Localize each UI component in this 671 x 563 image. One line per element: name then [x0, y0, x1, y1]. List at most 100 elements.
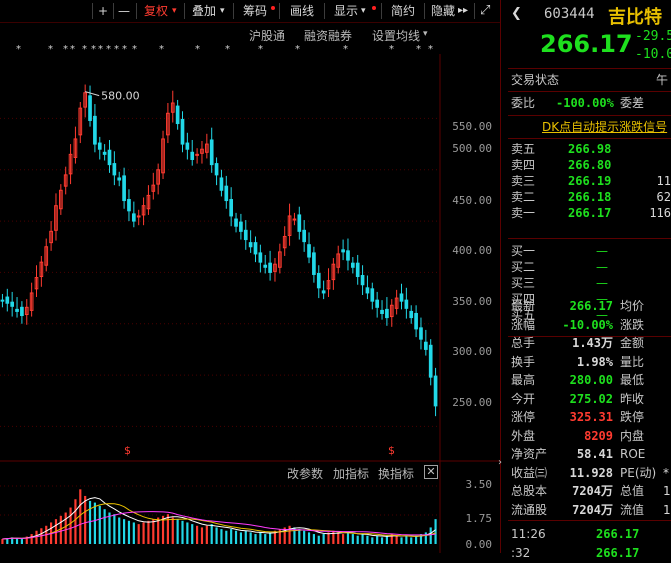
ask-label: 卖二: [511, 190, 536, 204]
panel-divider: [508, 115, 671, 116]
candle-body[interactable]: [253, 242, 258, 255]
candle-body[interactable]: [234, 218, 238, 227]
candle-body[interactable]: [341, 249, 345, 253]
stock-code: 603444: [544, 6, 595, 22]
candle-body[interactable]: [380, 309, 384, 314]
bid-label: 买三: [511, 276, 536, 290]
stat-row: 外盘 8209 内盘: [508, 427, 671, 446]
candle-body[interactable]: [433, 375, 438, 407]
bid-row: 买三 —: [508, 275, 671, 291]
dk-signal-link[interactable]: DK点自动提示涨跌信号: [542, 118, 667, 135]
weibi-value: -100.00%: [556, 96, 614, 110]
candle-body[interactable]: [122, 175, 126, 202]
stat-label-2: 总值: [620, 484, 645, 498]
candle-body[interactable]: [185, 142, 190, 150]
stat-row: 涨幅 -10.00% 涨跌: [508, 316, 671, 335]
candle-body[interactable]: [5, 296, 10, 304]
candle-body[interactable]: [355, 262, 360, 278]
candle-body[interactable]: [346, 250, 350, 261]
y-tick-label: 500.00: [452, 142, 492, 155]
ask-row: 卖四 266.80: [508, 157, 671, 173]
candle-body[interactable]: [175, 105, 180, 125]
tick-time: :32: [511, 546, 531, 560]
collapse-handle-icon[interactable]: ›: [498, 455, 506, 471]
candle-body[interactable]: [219, 177, 224, 191]
candle-body[interactable]: [93, 115, 97, 145]
candle-body[interactable]: [102, 151, 107, 155]
stat-label-2: 金额: [620, 336, 645, 350]
switch-indicator-button[interactable]: 换指标: [378, 465, 414, 482]
candle-body[interactable]: [297, 214, 302, 232]
candle-body[interactable]: [370, 288, 375, 302]
candle-body[interactable]: [0, 299, 5, 302]
trade-status-row: 交易状态 午: [508, 71, 671, 90]
candle-body[interactable]: [243, 229, 248, 241]
candle-body[interactable]: [419, 327, 423, 340]
candle-body[interactable]: [97, 142, 102, 150]
close-indicator-icon[interactable]: ✕: [424, 465, 438, 479]
candle-body[interactable]: [107, 149, 112, 166]
candle-body[interactable]: [350, 262, 355, 268]
candle-body[interactable]: [414, 312, 418, 330]
candle-body[interactable]: [409, 310, 414, 319]
candle-body[interactable]: [428, 344, 433, 378]
tick-row: :32 266.17: [508, 544, 671, 563]
candle-body[interactable]: [15, 308, 19, 312]
candle-body[interactable]: [268, 262, 272, 273]
candle-body[interactable]: [399, 293, 404, 302]
stat-value: 8209: [584, 428, 613, 443]
candle-body[interactable]: [224, 185, 229, 202]
ask-label: 卖一: [511, 206, 536, 220]
stat-label-2: 量比: [620, 354, 645, 369]
candle-body[interactable]: [423, 341, 428, 350]
event-marker-row: * * * * * * * * * * * * * * * * * * * *: [0, 0, 500, 60]
candle-body[interactable]: [312, 252, 316, 275]
candle-body[interactable]: [229, 199, 234, 217]
tick-row: 11:26 266.17: [508, 525, 671, 544]
add-indicator-button[interactable]: 加指标: [333, 465, 369, 482]
stat-value: 325.31: [569, 410, 613, 424]
stat-label: 涨幅: [511, 317, 536, 332]
candle-body[interactable]: [190, 151, 195, 160]
stat-value: 280.00: [569, 373, 613, 387]
candle-body[interactable]: [385, 308, 389, 319]
candle-body[interactable]: [10, 301, 15, 307]
panel-divider: [508, 520, 671, 521]
event-s-icon[interactable]: $: [124, 444, 131, 457]
event-s-icon[interactable]: $: [388, 444, 395, 457]
candle-body[interactable]: [292, 218, 297, 221]
candle-body[interactable]: [209, 139, 214, 166]
kline-chart[interactable]: 580.00 $ $ 550.00 500.00 450.00 400.00 350…: [0, 54, 500, 553]
stat-value: 7204万: [572, 502, 613, 517]
candle-body[interactable]: [239, 221, 243, 232]
candle-body[interactable]: [375, 299, 380, 308]
candle-body[interactable]: [365, 287, 370, 294]
candle-body[interactable]: [263, 264, 268, 268]
candle-body[interactable]: [360, 274, 365, 286]
candle-body[interactable]: [88, 95, 92, 121]
stat-label: 外盘: [511, 428, 536, 443]
edit-params-button[interactable]: 改参数: [287, 465, 323, 482]
stat-row: 总股本 7204万 总值 1: [508, 482, 671, 501]
candle-body[interactable]: [316, 272, 321, 289]
ask-row: 卖一 266.17 116: [508, 205, 671, 221]
candle-body[interactable]: [302, 229, 307, 243]
stat-label: 换手: [511, 354, 536, 369]
quote-panel: ❮ 603444 吉比特 266.17 -29.5 -10.0 交易状态 午 委…: [508, 0, 671, 560]
candle-body[interactable]: [131, 213, 136, 222]
candle-body[interactable]: [127, 199, 131, 212]
candle-body[interactable]: [307, 244, 311, 258]
candle-body[interactable]: [180, 118, 185, 145]
candle-body[interactable]: [117, 177, 122, 181]
candle-body[interactable]: [248, 242, 253, 248]
stat-label: 收益㈢: [511, 465, 548, 480]
candle-body[interactable]: [20, 306, 24, 317]
tick-price: 266.17: [596, 546, 640, 560]
back-arrow-icon[interactable]: ❮: [511, 6, 522, 21]
candle-body[interactable]: [112, 163, 117, 176]
candle-body[interactable]: [404, 299, 409, 309]
ask-label: 卖三: [511, 174, 536, 188]
candle-body[interactable]: [214, 163, 219, 176]
candle-body[interactable]: [321, 290, 326, 294]
candle-body[interactable]: [258, 252, 263, 263]
